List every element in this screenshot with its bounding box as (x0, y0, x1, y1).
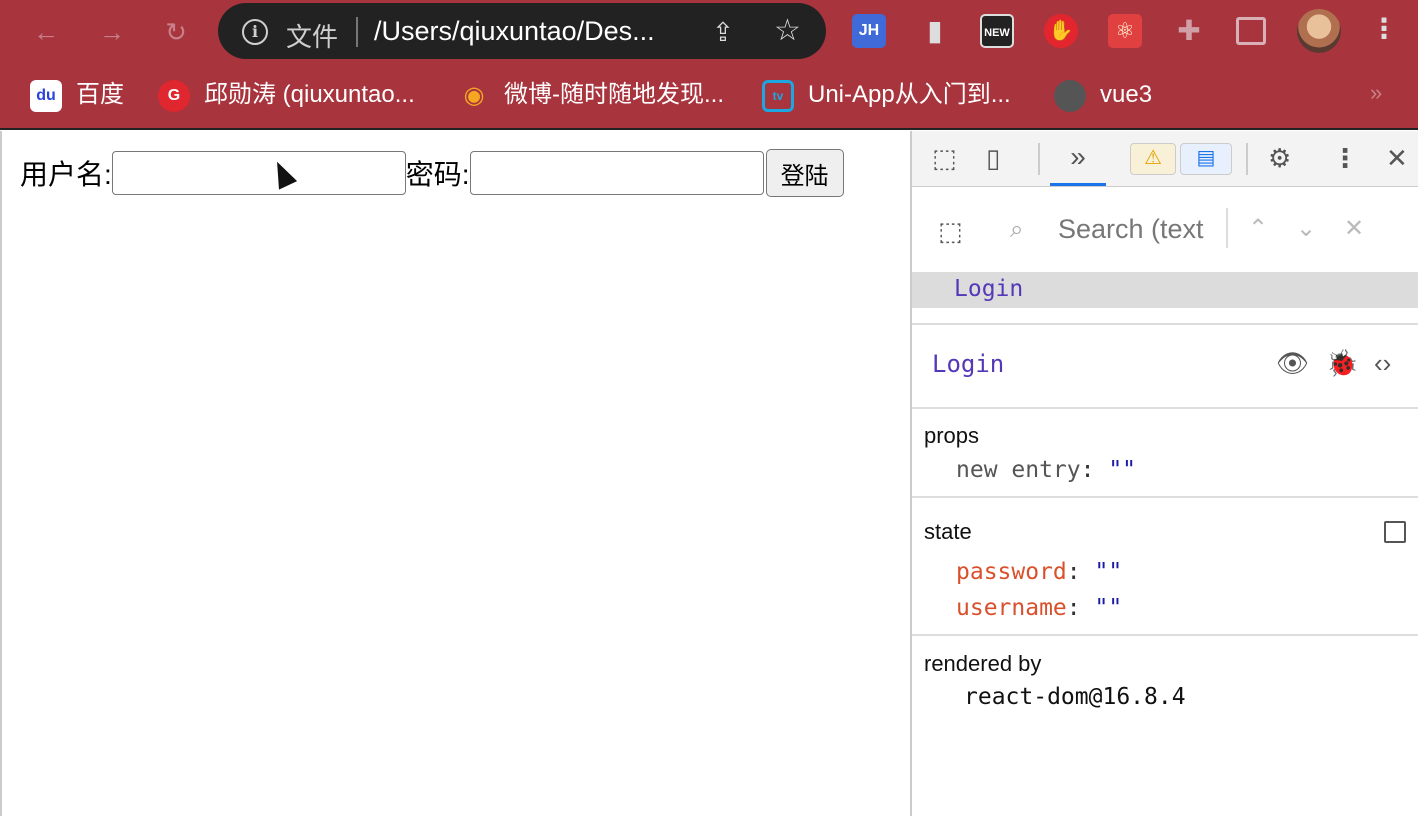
back-arrow-icon[interactable]: ← (28, 14, 64, 50)
globe-icon (1054, 79, 1086, 112)
warning-icon[interactable]: ⚠ (1130, 143, 1176, 175)
adblock-hand-icon[interactable]: ✋ (1044, 14, 1078, 48)
bilibili-tv-icon: tv (762, 79, 794, 112)
tree-component-name: Login (954, 276, 1024, 302)
prop-key: new entry (956, 457, 1081, 483)
toolbar-divider (1246, 143, 1248, 175)
reload-icon[interactable]: ↻ (158, 14, 194, 50)
devtools-toolbar: ⬚ ▯ » ⚠ ▤ ⚙ ⋮ ✕ (912, 131, 1418, 187)
props-section-title: props (924, 423, 980, 448)
username-label: 用户名: (20, 159, 112, 190)
state-key: password (956, 559, 1067, 585)
state-section-title: state (924, 519, 972, 544)
browser-toolbar: ← → ↻ i 文件 /Users/qiuxuntao/Des... ⇪ ☆ J… (0, 0, 1418, 64)
device-toggle-icon[interactable]: ▯ (986, 143, 1000, 174)
prop-row[interactable]: new entry: "" (956, 457, 1136, 483)
password-input[interactable] (469, 151, 764, 195)
login-button[interactable]: 登陆 (765, 149, 844, 197)
search-next-icon[interactable]: ⌄ (1296, 214, 1316, 243)
page-viewport: 用户名: 密码: 登陆 (0, 131, 910, 816)
prop-value[interactable]: "" (1108, 457, 1136, 483)
more-tabs-icon[interactable]: » (1050, 131, 1106, 186)
rendered-by-title: rendered by (924, 651, 1042, 676)
new-extension-icon[interactable]: NEW (980, 14, 1014, 48)
bookmark-star-icon[interactable]: ☆ (774, 13, 801, 48)
password-label: 密码: (405, 159, 470, 190)
office-extension-icon[interactable]: ▮ (918, 14, 952, 48)
divider (912, 634, 1418, 636)
search-prev-icon[interactable]: ⌃ (1248, 214, 1268, 243)
component-search-bar: ⬚ ⌕ Search (text ⌃ ⌄ ✕ (912, 188, 1418, 272)
bookmarks-overflow-icon[interactable]: » (1370, 80, 1382, 106)
search-divider (1226, 208, 1228, 248)
bookmark-label: vue3 (1100, 81, 1153, 108)
devtools-panel: ⬚ ▯ » ⚠ ▤ ⚙ ⋮ ✕ ⬚ ⌕ Search (text ⌃ ⌄ ✕ L… (910, 131, 1418, 816)
react-devtools-icon[interactable]: ⚛ (1108, 14, 1142, 48)
bookmark-qiuxuntao[interactable]: G 邱勋涛 (qiuxuntao... (158, 78, 415, 112)
bookmark-uniapp[interactable]: tv Uni-App从入门到... (762, 78, 1011, 112)
close-devtools-icon[interactable]: ✕ (1386, 143, 1408, 174)
bookmark-vue3[interactable]: vue3 (1054, 78, 1152, 112)
messages-icon[interactable]: ▤ (1180, 143, 1232, 175)
baidu-paw-icon: du (30, 79, 62, 112)
bookmark-weibo[interactable]: ◉ 微博-随时随地发现... (458, 78, 724, 112)
site-info-icon[interactable]: i (242, 19, 268, 45)
share-icon[interactable]: ⇪ (712, 17, 734, 48)
address-bar[interactable]: i 文件 /Users/qiuxuntao/Des... ⇪ ☆ (218, 3, 826, 59)
bookmark-label: Uni-App从入门到... (808, 81, 1011, 108)
omnibox-divider (356, 17, 358, 47)
username-input[interactable] (111, 151, 406, 195)
divider (912, 496, 1418, 498)
bookmark-baidu[interactable]: du 百度 (30, 78, 124, 112)
search-clear-icon[interactable]: ✕ (1344, 214, 1364, 243)
extensions-puzzle-icon[interactable]: ✚ (1172, 14, 1206, 48)
component-header: Login 👁 🐞 ‹› (912, 324, 1418, 408)
toolbar-divider (1038, 143, 1040, 175)
bookmark-label: 微博-随时随地发现... (504, 81, 724, 108)
state-row[interactable]: username: "" (956, 595, 1122, 621)
component-tree-item[interactable]: Login (912, 272, 1418, 308)
component-search-input[interactable]: Search (text (1058, 214, 1208, 245)
jh-extension-icon[interactable]: JH (852, 14, 886, 48)
divider (912, 407, 1418, 409)
state-row[interactable]: password: "" (956, 559, 1122, 585)
profile-avatar[interactable] (1297, 9, 1341, 53)
selected-component-name: Login (932, 350, 1005, 378)
eye-icon[interactable]: 👁 (1276, 348, 1309, 379)
bookmark-label: 邱勋涛 (qiuxuntao... (204, 81, 415, 108)
url-scheme-label: 文件 (286, 22, 339, 52)
bug-icon[interactable]: 🐞 (1326, 348, 1358, 379)
forward-arrow-icon[interactable]: → (94, 14, 130, 50)
state-value[interactable]: "" (1094, 559, 1122, 585)
url-text[interactable]: /Users/qiuxuntao/Des... (374, 16, 655, 47)
login-form: 用户名: 密码: 登陆 (20, 149, 844, 197)
devtools-menu-icon[interactable]: ⋮ (1332, 143, 1358, 174)
side-panel-icon[interactable] (1236, 17, 1266, 45)
state-value[interactable]: "" (1094, 595, 1122, 621)
renderer-name: react-dom@16.8.4 (964, 684, 1186, 710)
g-logo-icon: G (158, 79, 190, 112)
weibo-icon: ◉ (463, 81, 485, 109)
view-source-icon[interactable]: ‹› (1374, 348, 1391, 379)
settings-gear-icon[interactable]: ⚙ (1268, 143, 1291, 174)
copy-icon[interactable] (1384, 521, 1406, 543)
inspect-element-icon[interactable]: ⬚ (932, 143, 957, 174)
bookmark-label: 百度 (76, 81, 124, 108)
browser-menu-icon[interactable]: ⋮ (1370, 12, 1398, 45)
state-key: username (956, 595, 1067, 621)
search-icon: ⌕ (1010, 216, 1024, 243)
bookmarks-bar: du 百度 G 邱勋涛 (qiuxuntao... ◉ 微博-随时随地发现... tv… (0, 64, 1418, 130)
select-component-icon[interactable]: ⬚ (938, 216, 963, 247)
